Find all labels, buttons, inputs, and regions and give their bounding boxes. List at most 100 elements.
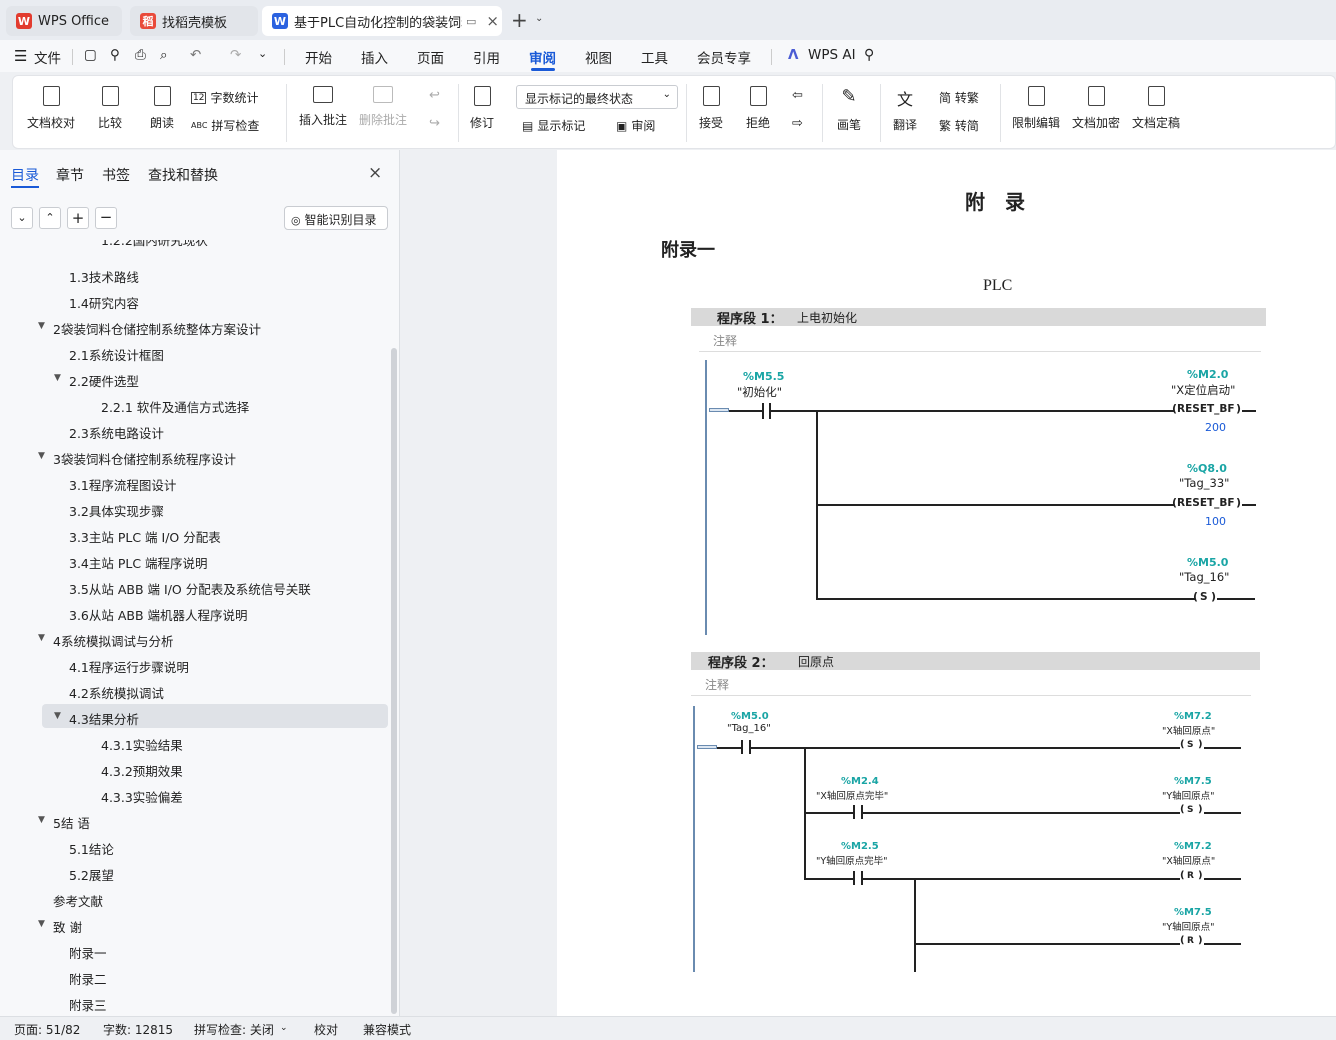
collapse-up-button[interactable]: ⌃: [39, 207, 61, 229]
new-tab-icon[interactable]: +: [511, 8, 528, 32]
toc-item[interactable]: 3.1程序流程图设计: [69, 475, 176, 494]
toc-item[interactable]: 2.3系统电路设计: [69, 423, 164, 442]
proofread-button[interactable]: 文档校对: [27, 86, 75, 131]
markup-state-select[interactable]: 显示标记的最终状态 ⌄: [516, 85, 678, 109]
toc-item[interactable]: 1.2.2国内研究现状: [101, 240, 208, 249]
word-count-indicator[interactable]: 字数: 12815: [103, 1021, 173, 1038]
toc-item[interactable]: 5.2展望: [69, 865, 114, 884]
close-icon[interactable]: ×: [368, 163, 382, 183]
toc-item[interactable]: 4.2系统模拟调试: [69, 683, 164, 702]
search-icon[interactable]: ⚲: [864, 47, 874, 63]
chevron-down-icon[interactable]: ⌄: [280, 1023, 288, 1033]
toc-item-selected[interactable]: 4.3结果分析: [69, 709, 139, 728]
menu-view[interactable]: 视图: [585, 47, 612, 67]
menu-review[interactable]: 审阅: [529, 47, 556, 67]
tab-find-replace[interactable]: 查找和替换: [148, 165, 218, 185]
tab-toc[interactable]: 目录: [11, 165, 39, 185]
next-change-icon[interactable]: ⇨: [792, 116, 803, 131]
spell-check-button[interactable]: ABC 拼写检查: [191, 117, 259, 134]
tab-bookmarks[interactable]: 书签: [102, 165, 130, 185]
sidebar-scrollbar[interactable]: [391, 348, 397, 1014]
toc-item[interactable]: 4.3.2预期效果: [101, 761, 183, 780]
expand-triangle-icon[interactable]: ▼: [38, 321, 45, 331]
toc-item[interactable]: 3.4主站 PLC 端程序说明: [69, 553, 208, 572]
toc-item[interactable]: 1.4研究内容: [69, 293, 139, 312]
expand-down-button[interactable]: ⌄: [11, 207, 33, 229]
insert-comment-button[interactable]: 插入批注: [299, 86, 347, 128]
print-icon[interactable]: ⎙: [135, 47, 146, 63]
menu-home[interactable]: 开始: [305, 47, 332, 67]
proofread-status[interactable]: 校对: [314, 1021, 338, 1038]
page-indicator[interactable]: 页面: 51/82: [14, 1021, 80, 1038]
compare-button[interactable]: 比较: [98, 86, 122, 131]
toc-item[interactable]: 附录三: [69, 995, 107, 1014]
toc-item[interactable]: 附录一: [69, 943, 107, 962]
toc-item[interactable]: 4.3.1实验结果: [101, 735, 183, 754]
undo-icon[interactable]: ↶: [190, 47, 201, 63]
prev-change-icon[interactable]: ⇦: [792, 88, 803, 103]
expand-triangle-icon[interactable]: ▼: [54, 373, 61, 383]
close-icon[interactable]: ×: [486, 12, 499, 30]
toc-item[interactable]: 2袋装饲料仓储控制系统整体方案设计: [53, 319, 261, 338]
toc-item[interactable]: 2.2.1 软件及通信方式选择: [101, 397, 249, 416]
accept-button[interactable]: 接受: [699, 86, 723, 131]
toc-item[interactable]: 参考文献: [53, 891, 103, 910]
tab-wps-office[interactable]: W WPS Office: [6, 6, 122, 36]
expand-triangle-icon[interactable]: ▼: [38, 919, 45, 929]
next-comment-icon[interactable]: ↪: [429, 116, 440, 131]
save-icon[interactable]: ▢: [84, 47, 97, 63]
menu-wps-ai[interactable]: WPS AI: [808, 47, 856, 63]
chevron-down-icon[interactable]: ⌄: [258, 47, 267, 60]
menu-page[interactable]: 页面: [417, 47, 444, 67]
hamburger-icon[interactable]: ☰: [14, 47, 27, 65]
prev-comment-icon[interactable]: ↩: [429, 88, 440, 103]
finalize-button[interactable]: 文档定稿: [1132, 86, 1180, 131]
smart-toc-button[interactable]: ◎ 智能识别目录: [284, 206, 388, 230]
translate-button[interactable]: 文 翻译: [893, 86, 917, 133]
toc-item[interactable]: 3.5从站 ABB 端 I/O 分配表及系统信号关联: [69, 579, 311, 598]
expand-triangle-icon[interactable]: ▼: [38, 451, 45, 461]
toc-item[interactable]: 2.2硬件选型: [69, 371, 139, 390]
remove-heading-button[interactable]: −: [95, 207, 117, 229]
toc-item[interactable]: 5结 语: [53, 813, 90, 832]
menu-insert[interactable]: 插入: [361, 47, 388, 67]
menu-file[interactable]: 文件: [34, 47, 61, 67]
add-heading-button[interactable]: +: [67, 207, 89, 229]
to-traditional-button[interactable]: 简 转繁: [939, 89, 979, 106]
menu-tools[interactable]: 工具: [641, 47, 668, 67]
tab-docer-templates[interactable]: 稻 找稻壳模板: [130, 6, 258, 36]
toc-item[interactable]: 1.3技术路线: [69, 267, 139, 286]
pen-button[interactable]: ✎ 画笔: [837, 86, 861, 133]
word-count-button[interactable]: 12 字数统计: [191, 89, 258, 106]
toc-item[interactable]: 4系统模拟调试与分析: [53, 631, 173, 650]
toc-item[interactable]: 4.1程序运行步骤说明: [69, 657, 189, 676]
tab-chapters[interactable]: 章节: [56, 165, 84, 185]
print-preview-icon[interactable]: ⌕: [160, 47, 168, 63]
toc-item[interactable]: 5.1结论: [69, 839, 114, 858]
encrypt-button[interactable]: 文档加密: [1072, 86, 1120, 131]
show-markup-button[interactable]: ▤ 显示标记: [522, 117, 585, 134]
tab-monitor-icon[interactable]: ▭: [466, 15, 476, 28]
expand-triangle-icon[interactable]: ▼: [38, 815, 45, 825]
toc-item[interactable]: 3.3主站 PLC 端 I/O 分配表: [69, 527, 221, 546]
toc-item[interactable]: 致 谢: [53, 917, 82, 936]
toc-item[interactable]: 附录二: [69, 969, 107, 988]
toc-item[interactable]: 3.6从站 ABB 端机器人程序说明: [69, 605, 248, 624]
expand-triangle-icon[interactable]: ▼: [38, 633, 45, 643]
spell-check-status[interactable]: 拼写检查: 关闭: [194, 1021, 274, 1038]
toc-item[interactable]: 3.2具体实现步骤: [69, 501, 164, 520]
reject-button[interactable]: 拒绝: [746, 86, 770, 131]
share-icon[interactable]: ⚲: [110, 47, 120, 63]
expand-triangle-icon[interactable]: ▼: [54, 711, 61, 721]
to-simplified-button[interactable]: 繁 转简: [939, 117, 979, 134]
review-pane-button[interactable]: ▣ 审阅: [616, 117, 655, 134]
chevron-down-icon[interactable]: ⌄: [535, 13, 543, 24]
wps-ai-icon[interactable]: Λ: [788, 47, 798, 63]
delete-comment-button[interactable]: 删除批注: [359, 86, 407, 128]
restrict-editing-button[interactable]: 限制编辑: [1012, 86, 1060, 131]
menu-references[interactable]: 引用: [473, 47, 500, 67]
menu-member[interactable]: 会员专享: [697, 47, 751, 67]
toc-item[interactable]: 4.3.3实验偏差: [101, 787, 183, 806]
redo-icon[interactable]: ↷: [230, 47, 241, 63]
tab-current-document[interactable]: W 基于PLC自动化控制的袋装饲料 ▭ ×: [262, 6, 502, 36]
